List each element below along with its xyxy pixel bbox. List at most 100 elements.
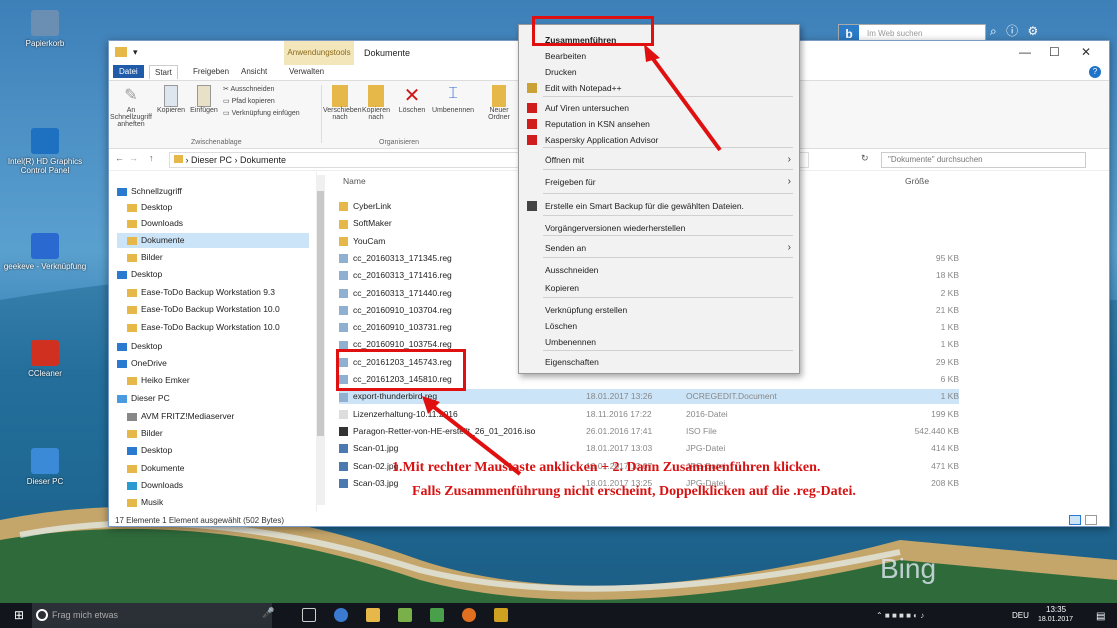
minimize-icon[interactable]: — [1019,45,1031,59]
cortana-search[interactable]: Frag mich etwas [32,603,272,628]
language-indicator[interactable]: DEU [1012,611,1029,620]
file-row[interactable]: export-thunderbird.reg 18.01.2017 13:26 OC… [339,389,959,405]
sidebar-item[interactable]: Desktop [117,443,309,458]
app-icon-2[interactable] [398,608,412,622]
sidebar-item[interactable]: OneDrive [117,356,309,371]
sidebar-item[interactable]: Musik [117,495,309,510]
tab-ansicht[interactable]: Ansicht [241,67,267,76]
sidebar-item[interactable]: Dokumente [117,233,309,248]
sidebar-item[interactable]: Downloads [117,216,309,231]
cut-button[interactable]: ✂ Ausschneiden [223,85,274,93]
sidebar-item[interactable]: Ease-ToDo Backup Workstation 10.0 [117,302,309,317]
paste-link-button[interactable]: ▭ Verknüpfung einfügen [223,109,300,117]
sidebar-item[interactable]: Desktop [117,267,309,282]
context-menu-item[interactable]: Kaspersky Application Advisor [527,133,785,147]
sidebar-item[interactable]: Dokumente [117,461,309,476]
help-icon[interactable]: ? [1089,66,1101,78]
desktop-icon-this-pc[interactable]: Dieser PC [0,448,90,486]
sidebar-item[interactable]: AVM FRITZ!Mediaserver [117,409,309,424]
file-explorer-taskbar-icon[interactable] [366,608,380,622]
desktop-icon-geekeve[interactable]: geekeve - Verknüpfung [0,233,90,271]
sidebar-item[interactable]: Ease-ToDo Backup Workstation 10.0 [117,320,309,335]
app-icon-3[interactable] [430,608,444,622]
copy-button[interactable]: Kopieren [155,85,187,114]
tab-verwalten[interactable]: Verwalten [289,67,324,76]
context-menu-item[interactable]: Edit with Notepad++ [527,81,785,95]
new-folder-button[interactable]: Neuer Ordner [481,85,517,121]
copy-path-button[interactable]: ▭ Pfad kopieren [223,97,275,105]
sidebar-item[interactable]: Heiko Emker [117,373,309,388]
context-menu-item[interactable]: Öffnen mit › [545,153,791,167]
undo-icon[interactable]: ▾ [133,47,138,58]
context-menu-item[interactable]: Reputation in KSN ansehen [527,117,785,131]
gear-icon[interactable]: ⚙ [1027,24,1038,38]
context-menu-item[interactable]: Drucken [545,65,785,79]
maximize-icon[interactable]: ☐ [1049,45,1060,59]
sidebar-item[interactable]: Bilder [117,426,309,441]
context-menu-item[interactable]: Umbenennen [545,335,785,349]
windows-start-icon[interactable]: ⊞ [14,609,26,621]
context-menu-item[interactable]: Senden an › [545,241,791,255]
context-menu-item[interactable]: Löschen [545,319,785,333]
context-menu-item[interactable]: Eigenschaften [545,355,785,369]
desktop-icon-ccleaner[interactable]: CCleaner [0,340,90,378]
desktop-icon-intel-graphics[interactable]: Intel(R) HD Graphics Control Panel [0,128,90,175]
task-view-icon[interactable] [302,608,316,622]
sidebar-item[interactable]: Schnellzugriff [117,184,309,199]
sidebar-item[interactable]: Desktop [117,200,309,215]
context-menu-item[interactable]: Verknüpfung erstellen [545,303,785,317]
tab-freigeben[interactable]: Freigeben [193,67,229,76]
details-view-icon[interactable] [1069,515,1081,525]
notification-icon[interactable]: ▤ [1096,611,1105,622]
move-to-button[interactable]: Verschieben nach [323,85,362,121]
context-menu-item[interactable]: Kopieren [545,281,785,295]
file-row[interactable]: Paragon-Retter-von-HE-erstellt_26_01_201… [339,424,959,439]
quick-access-toolbar-icon[interactable] [115,47,127,57]
back-arrow-icon[interactable]: ← [115,153,124,163]
desktop-icon-recycle-bin[interactable]: Papierkorb [0,10,90,48]
context-menu-item[interactable]: Freigeben für › [545,175,791,189]
sidebar-item[interactable]: Desktop [117,339,309,354]
breadcrumb-documents[interactable]: Dokumente [240,155,286,165]
search-input[interactable]: "Dokumente" durchsuchen [881,152,1086,168]
nav-scrollbar[interactable] [316,175,325,505]
sidebar-item[interactable]: Dieser PC [117,391,309,406]
firefox-icon[interactable] [462,608,476,622]
context-menu-item[interactable]: Ausschneiden [545,263,785,277]
refresh-icon[interactable]: ↻ [861,153,869,164]
clock-date[interactable]: 18.01.2017 [1038,616,1073,623]
column-header-size[interactable]: Größe [905,176,929,186]
context-menu-item[interactable]: Erstelle ein Smart Backup für die gewähl… [527,199,785,213]
forward-arrow-icon[interactable]: → [129,153,138,163]
context-tab-app-tools[interactable]: Anwendungstools [284,41,354,65]
app-icon-4[interactable] [494,608,508,622]
microphone-icon[interactable]: 🎤 [262,608,276,622]
copy-to-button[interactable]: Kopieren nach [359,85,393,121]
breadcrumb-this-pc[interactable]: Dieser PC [191,155,232,165]
delete-button[interactable]: ✕ Löschen [395,85,429,114]
tab-start[interactable]: Start [149,65,178,79]
sidebar-item[interactable]: Downloads [117,478,309,493]
search-icon[interactable]: ⌕ [990,24,997,38]
file-row[interactable]: Lizenzerhaltung-10.11.2016 18.11.2016 17:… [339,407,959,422]
tray-icons[interactable]: ⌃ ■ ■ ■ ■ ◐ ♪ [876,611,924,620]
file-date: 18.01.2017 13:26 [586,391,653,402]
context-menu-item[interactable]: Auf Viren untersuchen [527,101,785,115]
up-arrow-icon[interactable]: ↑ [149,153,154,163]
paste-button[interactable]: Einfügen [189,85,219,114]
sidebar-item[interactable]: Bilder [117,250,309,265]
context-menu-item[interactable]: Vorgängerversionen wiederherstellen [545,221,785,235]
app-icon-1[interactable] [334,608,348,622]
file-row[interactable]: Scan-01.jpg 18.01.2017 13:03 JPG-Datei 414 … [339,441,959,456]
scrollbar-thumb[interactable] [317,191,324,436]
sidebar-item[interactable]: Ease-ToDo Backup Workstation 9.3 [117,285,309,300]
rename-button[interactable]: ⌶ Umbenennen [431,85,475,114]
tiles-view-icon[interactable] [1085,515,1097,525]
column-header-name[interactable]: Name [343,176,366,186]
pin-button[interactable]: ✎ An Schnellzugriff anheften [109,85,153,128]
clock-time[interactable]: 13:35 [1046,605,1066,614]
tab-datei[interactable]: Datei [113,65,144,78]
info-icon[interactable]: ⓘ [1006,24,1018,38]
close-icon[interactable]: ✕ [1081,45,1091,59]
context-menu-item[interactable]: Bearbeiten [545,49,785,63]
